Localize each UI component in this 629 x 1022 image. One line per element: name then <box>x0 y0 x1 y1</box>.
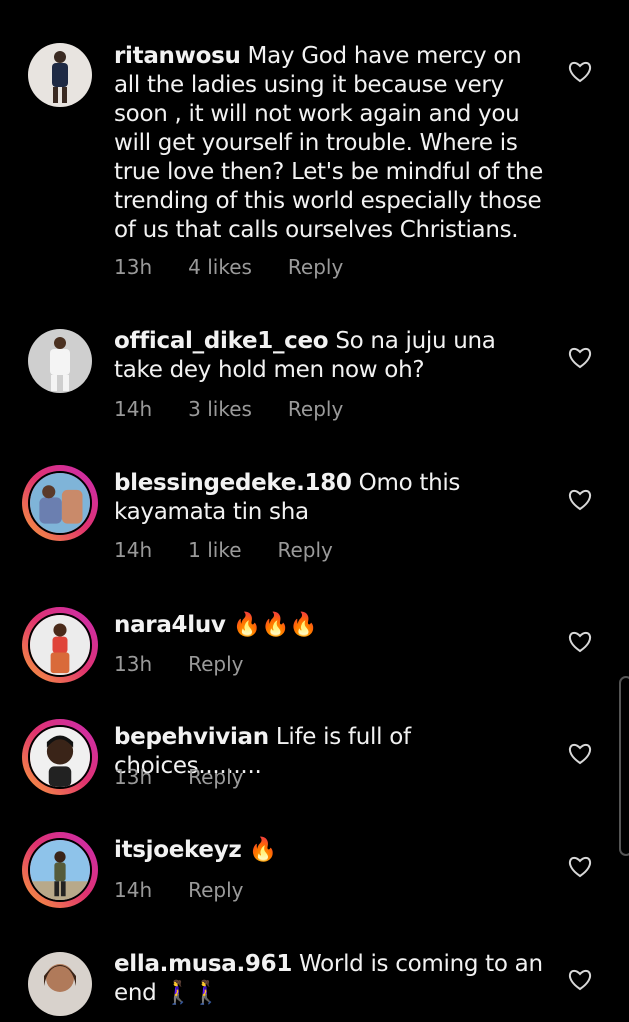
comment-time: 13h <box>114 652 153 676</box>
comment-text: 🔥🔥🔥 <box>232 612 318 638</box>
comment-time: 14h <box>114 878 153 902</box>
avatar[interactable] <box>22 37 98 113</box>
heart-outline-icon[interactable] <box>568 969 592 991</box>
comment-time: 13h <box>114 765 153 789</box>
comment-username[interactable]: offical_dike1_ceo <box>114 328 329 354</box>
avatar[interactable] <box>22 946 98 1022</box>
comment-username[interactable]: ella.musa.961 <box>114 951 292 977</box>
reply-button[interactable]: Reply <box>288 397 343 421</box>
heart-outline-icon[interactable] <box>568 61 592 83</box>
comment-likes[interactable]: 4 likes <box>188 255 252 279</box>
reply-button[interactable]: Reply <box>188 765 243 789</box>
comment-likes[interactable]: 1 like <box>188 538 241 562</box>
reply-button[interactable]: Reply <box>188 878 243 902</box>
avatar[interactable] <box>22 323 98 399</box>
heart-outline-icon[interactable] <box>568 489 592 511</box>
comment-username[interactable]: blessingedeke.180 <box>114 470 352 496</box>
comment-username[interactable]: itsjoekeyz <box>114 837 242 863</box>
comment-username[interactable]: bepehvivian <box>114 724 269 750</box>
reply-button[interactable]: Reply <box>288 255 343 279</box>
avatar[interactable] <box>22 607 98 683</box>
scrollbar[interactable] <box>619 676 629 856</box>
heart-outline-icon[interactable] <box>568 347 592 369</box>
comment-time: 13h <box>114 255 153 279</box>
comment-time: 14h <box>114 538 153 562</box>
avatar[interactable] <box>22 465 98 541</box>
heart-outline-icon[interactable] <box>568 631 592 653</box>
heart-outline-icon[interactable] <box>568 856 592 878</box>
avatar[interactable] <box>22 832 98 908</box>
avatar[interactable] <box>22 719 98 795</box>
comment-text: 🔥 <box>248 837 278 863</box>
comment-username[interactable]: ritanwosu <box>114 43 241 69</box>
comment-text: May God have mercy on all the ladies usi… <box>114 43 544 243</box>
reply-button[interactable]: Reply <box>188 652 243 676</box>
comment-username[interactable]: nara4luv <box>114 612 226 638</box>
heart-outline-icon[interactable] <box>568 743 592 765</box>
comment-likes[interactable]: 3 likes <box>188 397 252 421</box>
comment-time: 14h <box>114 397 153 421</box>
reply-button[interactable]: Reply <box>278 538 333 562</box>
